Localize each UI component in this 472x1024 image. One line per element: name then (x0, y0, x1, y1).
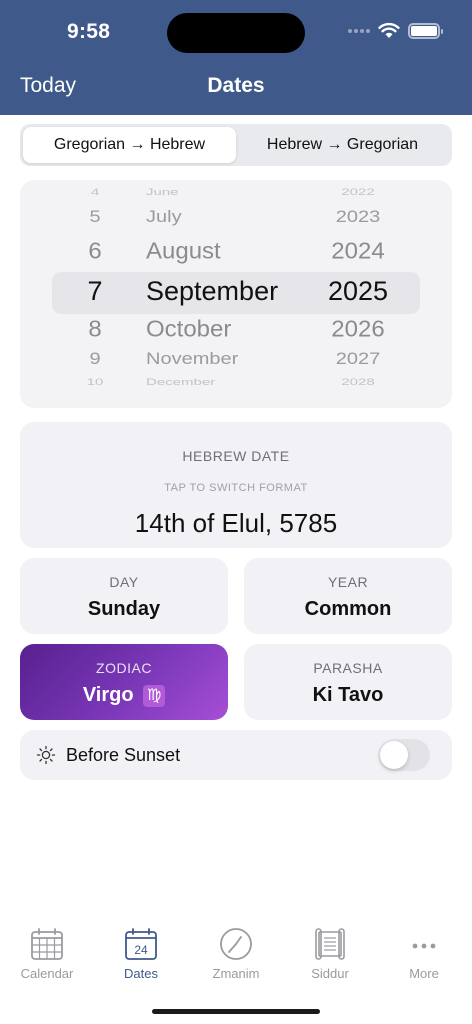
segment-hebrew-to-gregorian[interactable]: Hebrew → Gregorian (236, 127, 449, 163)
hebrew-date-label: HEBREW DATE (182, 448, 290, 464)
picker-year-item: 2022 (341, 187, 375, 198)
tab-label: Siddur (311, 966, 349, 981)
zodiac-card: ZODIAC Virgo ♍ (20, 644, 228, 720)
zodiac-label: ZODIAC (96, 660, 152, 676)
home-indicator (152, 1009, 320, 1014)
wifi-icon (378, 22, 400, 38)
calendar-badge: 24 (134, 943, 148, 957)
picker-month-item: June (146, 187, 179, 198)
parasha-label: PARASHA (313, 660, 383, 676)
year-card: YEAR Common (244, 558, 452, 634)
status-time: 9:58 (67, 20, 111, 43)
page-title: Dates (207, 74, 265, 97)
calendar-day-icon: 24 (125, 928, 157, 960)
day-value: Sunday (87, 598, 161, 620)
picker-day-item: 6 (88, 238, 102, 265)
tab-label: Dates (124, 966, 158, 981)
calendar-grid-icon (31, 928, 63, 960)
dynamic-island (167, 13, 305, 53)
picker-day-item: 5 (89, 208, 101, 227)
picker-year-item: 2026 (331, 316, 385, 343)
picker-month-item: November (146, 350, 239, 369)
virgo-sign-icon: ♍ (143, 684, 166, 707)
cellular-signal-icon (348, 28, 370, 33)
tab-zmanim[interactable]: Zmanim (189, 926, 283, 981)
day-wheel[interactable]: 4 5 6 7 8 9 10 (70, 180, 120, 408)
tab-label: Calendar (20, 966, 74, 981)
year-value: Common (304, 598, 392, 620)
picker-day-item: 9 (89, 350, 101, 369)
picker-year-item: 2028 (341, 377, 375, 388)
picker-month-selected: September (146, 276, 279, 306)
year-label: YEAR (327, 574, 369, 590)
segment-gregorian-to-hebrew[interactable]: Gregorian → Hebrew (23, 127, 236, 163)
ellipsis-icon (412, 943, 436, 949)
picker-month-item: December (146, 377, 216, 388)
before-sunset-label: Before Sunset (66, 745, 181, 765)
status-icons (348, 22, 443, 39)
zodiac-value: Virgo (82, 684, 134, 706)
hebrew-date-card[interactable]: HEBREW DATE TAP TO SWITCH FORMAT 14th of… (20, 422, 452, 548)
tab-bar: Calendar 24 Dates Zmanim Siddur More (0, 918, 472, 998)
toggle-knob (380, 741, 408, 769)
date-picker: 4 5 6 7 8 9 10 June July August Septembe… (20, 180, 452, 408)
picker-month-item: July (146, 208, 182, 227)
tab-label: Zmanim (212, 966, 260, 981)
picker-day-item: 10 (86, 377, 104, 388)
picker-year-item: 2027 (335, 350, 381, 369)
header-bar: 9:58 Today Dates (0, 0, 472, 115)
parasha-card: PARASHA Ki Tavo (244, 644, 452, 720)
picker-year-selected: 2025 (327, 276, 389, 306)
day-card: DAY Sunday (20, 558, 228, 634)
parasha-value: Ki Tavo (312, 684, 384, 706)
picker-day-item: 4 (90, 187, 100, 198)
picker-day-item: 8 (88, 316, 102, 343)
before-sunset-row: Before Sunset (20, 730, 452, 780)
tab-calendar[interactable]: Calendar (0, 926, 94, 981)
picker-year-item: 2023 (335, 208, 381, 227)
conversion-segmented-control: Gregorian → Hebrew Hebrew → Gregorian (20, 124, 452, 166)
clock-icon (220, 928, 252, 960)
tab-siddur[interactable]: Siddur (283, 926, 377, 981)
month-wheel[interactable]: June July August September October Novem… (146, 180, 316, 408)
zodiac-value-row: Virgo ♍ (20, 684, 228, 707)
day-label: DAY (109, 574, 139, 590)
scroll-icon (315, 928, 345, 960)
tab-dates[interactable]: 24 Dates (94, 926, 188, 981)
picker-month-item: August (146, 238, 221, 265)
year-wheel[interactable]: 2022 2023 2024 2025 2026 2027 2028 (316, 180, 400, 408)
picker-month-item: October (146, 316, 232, 343)
tab-label: More (409, 966, 439, 981)
sun-icon (36, 745, 56, 765)
hebrew-date-value: 14th of Elul, 5785 (134, 508, 338, 538)
before-sunset-toggle[interactable] (378, 739, 430, 771)
picker-year-item: 2024 (331, 238, 385, 265)
tab-more[interactable]: More (377, 926, 471, 981)
picker-day-selected: 7 (87, 276, 103, 306)
battery-icon (408, 22, 443, 39)
switch-format-hint: TAP TO SWITCH FORMAT (164, 482, 308, 494)
